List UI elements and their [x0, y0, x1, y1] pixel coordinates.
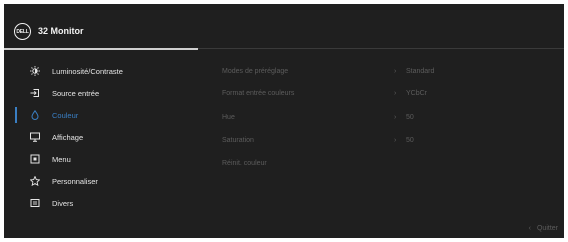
chevron-left-icon: ‹ [528, 225, 531, 232]
active-indicator [15, 107, 17, 123]
exit-label: Quitter [536, 225, 558, 232]
option-value: 50 [406, 113, 414, 121]
color-icon [30, 110, 40, 120]
option-label: Hue [222, 113, 235, 121]
menu-item-menu[interactable]: Menu [4, 148, 204, 170]
option-reset-color[interactable]: Réinit. couleur [222, 152, 552, 174]
menu-item-label: Affichage [52, 132, 84, 142]
monitor-title: 32 Monitor [38, 26, 84, 36]
menu-item-label: Couleur [52, 110, 79, 120]
option-label: Réinit. couleur [222, 159, 267, 167]
option-saturation[interactable]: Saturation › 50 [222, 129, 552, 151]
menu-item-personalize[interactable]: Personnaliser [4, 170, 204, 192]
brightness-icon [30, 66, 40, 76]
menu-icon [30, 154, 40, 164]
option-preset-modes[interactable]: Modes de préréglage › Standard [222, 60, 552, 82]
star-icon [30, 176, 40, 186]
option-label: Modes de préréglage [222, 67, 289, 75]
menu-item-label: Source entrée [52, 88, 100, 98]
menu-item-label: Divers [52, 198, 74, 208]
menu-item-brightness-contrast[interactable]: Luminosité/Contraste [4, 60, 204, 82]
option-input-color-format[interactable]: Format entrée couleurs › YCbCr [222, 82, 552, 104]
others-icon [30, 198, 40, 208]
input-source-icon [30, 88, 40, 98]
option-hue[interactable]: Hue › 50 [222, 106, 552, 128]
option-value: YCbCr [406, 89, 428, 97]
header-active-indicator [4, 48, 198, 50]
menu-item-label: Personnaliser [52, 176, 98, 186]
option-label: Saturation [222, 136, 254, 144]
menu-item-color[interactable]: Couleur [4, 104, 204, 126]
option-value: Standard [406, 67, 435, 75]
osd-panel: DELL 32 Monitor Luminosité/Contraste Sou… [4, 4, 564, 238]
chevron-right-icon: › [394, 67, 397, 75]
display-icon [30, 132, 40, 142]
chevron-right-icon: › [394, 136, 397, 144]
menu-item-display[interactable]: Affichage [4, 126, 204, 148]
menu-item-label: Menu [52, 154, 71, 164]
option-value: 50 [406, 136, 414, 144]
dell-logo: DELL [14, 23, 31, 40]
chevron-right-icon: › [394, 113, 397, 121]
option-label: Format entrée couleurs [222, 89, 295, 97]
menu-item-input-source[interactable]: Source entrée [4, 82, 204, 104]
exit-button[interactable]: ‹ Quitter [529, 225, 558, 232]
chevron-right-icon: › [394, 89, 397, 97]
osd-header: DELL 32 Monitor [4, 4, 564, 50]
menu-item-label: Luminosité/Contraste [52, 66, 123, 76]
menu-item-others[interactable]: Divers [4, 192, 204, 214]
